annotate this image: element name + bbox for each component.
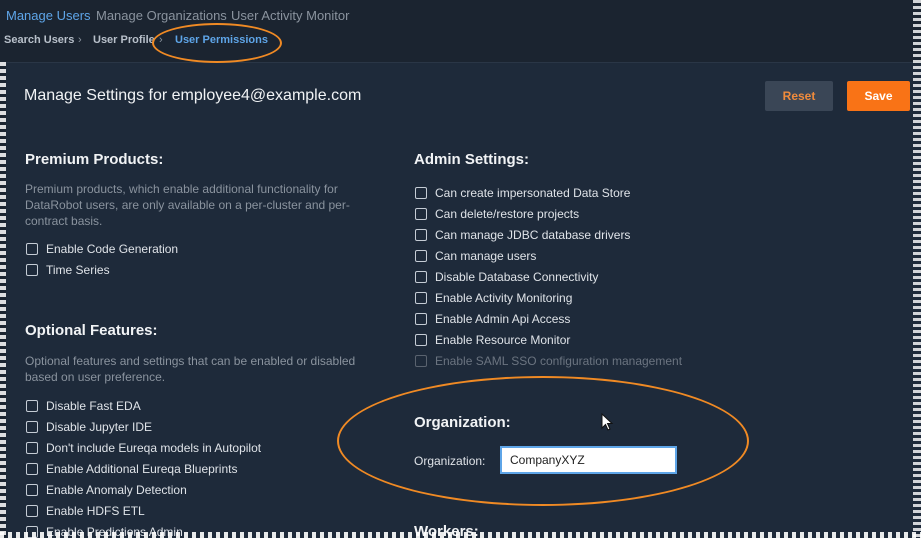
checkbox-icon[interactable] xyxy=(415,207,427,220)
reset-button[interactable]: Reset xyxy=(765,81,833,111)
checkbox-icon[interactable] xyxy=(415,270,427,283)
checkbox-label: Disable Fast EDA xyxy=(46,398,141,413)
premium-products-description: Premium products, which enable additiona… xyxy=(25,182,350,228)
breadcrumb-user-profile[interactable]: User Profile xyxy=(93,34,155,46)
checkbox-icon[interactable] xyxy=(26,420,38,433)
checkbox-additional-eureqa-blueprints[interactable]: Enable Additional Eureqa Blueprints xyxy=(26,458,237,479)
checkbox-icon[interactable] xyxy=(26,399,38,412)
checkbox-label: Can create impersonated Data Store xyxy=(435,185,631,200)
checkbox-icon[interactable] xyxy=(415,333,427,346)
optional-features-description: Optional features and settings that can … xyxy=(25,354,356,384)
mouse-cursor-icon xyxy=(601,413,614,431)
checkbox-delete-restore-projects[interactable]: Can delete/restore projects xyxy=(415,203,579,224)
tab-manage-users[interactable]: Manage Users xyxy=(6,8,91,23)
checkbox-create-impersonated-data-store[interactable]: Can create impersonated Data Store xyxy=(415,182,630,203)
checkbox-disable-db-connectivity[interactable]: Disable Database Connectivity xyxy=(415,266,598,287)
checkbox-label: Enable Additional Eureqa Blueprints xyxy=(46,461,238,476)
checkbox-icon[interactable] xyxy=(26,504,38,517)
torn-edge xyxy=(913,0,921,538)
checkbox-manage-users[interactable]: Can manage users xyxy=(415,245,536,266)
checkbox-label: Don't include Eureqa models in Autopilot xyxy=(46,440,262,455)
checkbox-icon[interactable] xyxy=(26,483,38,496)
checkbox-label: Enable Resource Monitor xyxy=(435,332,571,347)
checkbox-icon[interactable] xyxy=(415,312,427,325)
checkbox-label: Enable Code Generation xyxy=(46,241,179,256)
optional-features-title: Optional Features: xyxy=(25,322,158,339)
checkbox-label: Disable Database Connectivity xyxy=(435,269,599,284)
checkbox-manage-jdbc-drivers[interactable]: Can manage JDBC database drivers xyxy=(415,224,630,245)
checkbox-activity-monitoring[interactable]: Enable Activity Monitoring xyxy=(415,287,572,308)
settings-panel: Manage Settings for employee4@example.co… xyxy=(6,62,921,538)
checkbox-label: Can manage JDBC database drivers xyxy=(435,227,631,242)
checkbox-icon[interactable] xyxy=(415,291,427,304)
checkbox-enable-code-generation[interactable]: Enable Code Generation xyxy=(26,238,178,259)
top-bar: Manage Users Manage Organizations User A… xyxy=(0,0,921,62)
checkbox-saml-sso-config: Enable SAML SSO configuration management xyxy=(415,350,682,371)
checkbox-disable-jupyter-ide[interactable]: Disable Jupyter IDE xyxy=(26,416,152,437)
tab-manage-organizations[interactable]: Manage Organizations xyxy=(96,8,227,23)
checkbox-label: Enable HDFS ETL xyxy=(46,503,145,518)
checkbox-time-series[interactable]: Time Series xyxy=(26,259,110,280)
save-button[interactable]: Save xyxy=(847,81,910,111)
checkbox-label: Can delete/restore projects xyxy=(435,206,580,221)
checkbox-disable-fast-eda[interactable]: Disable Fast EDA xyxy=(26,395,141,416)
checkbox-icon xyxy=(415,354,427,367)
checkbox-hdfs-etl[interactable]: Enable HDFS ETL xyxy=(26,500,145,521)
page-title: Manage Settings for employee4@example.co… xyxy=(24,87,362,104)
tab-user-activity-monitor[interactable]: User Activity Monitor xyxy=(231,8,349,23)
checkbox-anomaly-detection[interactable]: Enable Anomaly Detection xyxy=(26,479,187,500)
checkbox-admin-api-access[interactable]: Enable Admin Api Access xyxy=(415,308,570,329)
chevron-right-icon: › xyxy=(78,34,82,46)
torn-edge xyxy=(0,62,6,538)
checkbox-icon[interactable] xyxy=(415,186,427,199)
organization-label: Organization: xyxy=(414,454,486,468)
checkbox-resource-monitor[interactable]: Enable Resource Monitor xyxy=(415,329,570,350)
organization-input[interactable] xyxy=(500,446,677,474)
premium-products-title: Premium Products: xyxy=(25,151,164,168)
app-window: Manage Users Manage Organizations User A… xyxy=(0,0,921,538)
checkbox-icon[interactable] xyxy=(26,441,38,454)
organization-title: Organization: xyxy=(414,414,511,431)
breadcrumb-user-permissions[interactable]: User Permissions xyxy=(175,34,268,46)
checkbox-label: Time Series xyxy=(46,262,110,277)
checkbox-label: Enable Activity Monitoring xyxy=(435,290,573,305)
checkbox-label: Can manage users xyxy=(435,248,537,263)
checkbox-icon[interactable] xyxy=(26,263,38,276)
checkbox-label: Enable Anomaly Detection xyxy=(46,482,187,497)
checkbox-icon[interactable] xyxy=(415,228,427,241)
torn-edge xyxy=(0,532,921,538)
checkbox-icon[interactable] xyxy=(415,249,427,262)
checkbox-icon[interactable] xyxy=(26,462,38,475)
checkbox-exclude-eureqa-autopilot[interactable]: Don't include Eureqa models in Autopilot xyxy=(26,437,261,458)
checkbox-label: Enable SAML SSO configuration management xyxy=(435,353,683,368)
breadcrumb-search-users[interactable]: Search Users xyxy=(4,34,74,46)
checkbox-label: Enable Admin Api Access xyxy=(435,311,571,326)
chevron-right-icon: › xyxy=(159,34,163,46)
admin-settings-title: Admin Settings: xyxy=(414,151,529,168)
checkbox-label: Disable Jupyter IDE xyxy=(46,419,153,434)
checkbox-icon[interactable] xyxy=(26,242,38,255)
